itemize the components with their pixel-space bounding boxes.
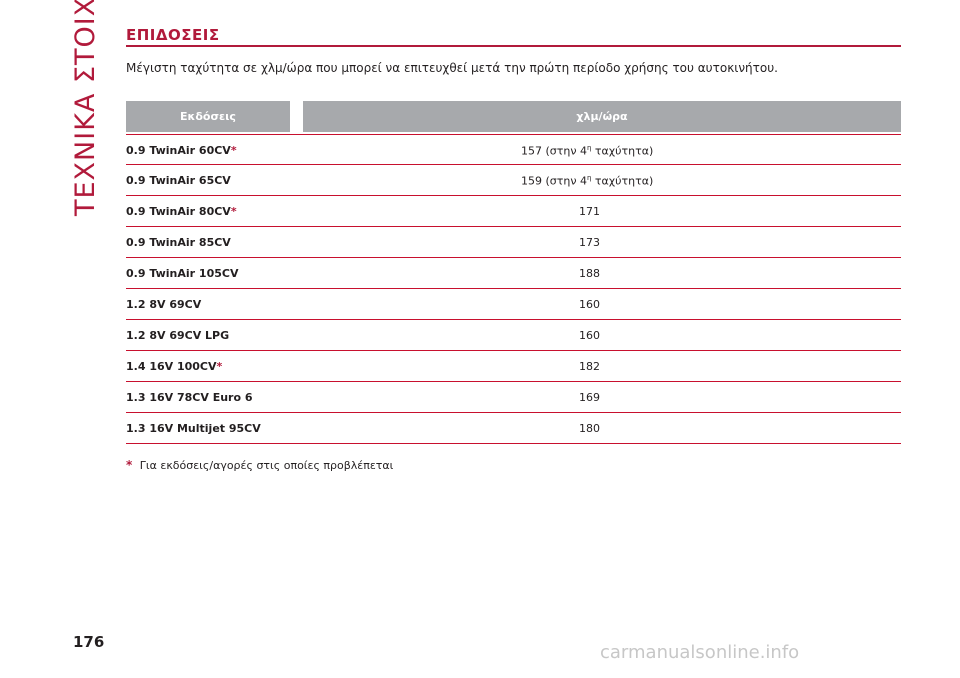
table-row: 0.9 TwinAir 80CV* 171 <box>126 196 901 227</box>
table-row: 1.4 16V 100CV* 182 <box>126 351 901 382</box>
performance-table-header: Εκδόσεις χλμ/ώρα <box>126 101 901 132</box>
section-title: ΕΠΙΔΟΣΕΙΣ <box>126 26 220 44</box>
table-row: 1.2 8V 69CV LPG 160 <box>126 320 901 351</box>
title-divider <box>126 45 901 47</box>
version-cell: 1.2 8V 69CV LPG <box>126 329 230 342</box>
table-row: 0.9 TwinAir 85CV 173 <box>126 227 901 258</box>
version-cell: 0.9 TwinAir 85CV <box>126 236 231 249</box>
version-cell: 1.3 16V Multijet 95CV <box>126 422 261 435</box>
speed-cell: 173 <box>579 236 600 249</box>
header-speed: χλμ/ώρα <box>303 101 901 132</box>
intro-text: Μέγιστη ταχύτητα σε χλμ/ώρα που μπορεί ν… <box>126 61 778 75</box>
table-row: 1.3 16V 78CV Euro 6 169 <box>126 382 901 413</box>
page-number: 176 <box>73 633 105 651</box>
performance-table-body: 0.9 TwinAir 60CV* 157 (στην 4η ταχύτητα)… <box>126 134 901 444</box>
speed-cell: 182 <box>579 360 600 373</box>
version-cell: 0.9 TwinAir 60CV* <box>126 144 237 157</box>
speed-cell: 171 <box>579 205 600 218</box>
version-cell: 1.3 16V 78CV Euro 6 <box>126 391 253 404</box>
table-row: 1.3 16V Multijet 95CV 180 <box>126 413 901 444</box>
table-row: 0.9 TwinAir 60CV* 157 (στην 4η ταχύτητα) <box>126 134 901 165</box>
table-row: 1.2 8V 69CV 160 <box>126 289 901 320</box>
chapter-side-title: ΤΕΧΝΙΚΑ ΣΤΟΙΧΕΙΑ <box>70 0 101 216</box>
speed-cell: 160 <box>579 329 600 342</box>
footnote-text: Για εκδόσεις/αγορές στις οποίες προβλέπε… <box>139 459 394 472</box>
header-versions: Εκδόσεις <box>126 101 290 132</box>
version-cell: 1.2 8V 69CV <box>126 298 202 311</box>
speed-cell: 157 (στην 4η ταχύτητα) <box>521 144 654 158</box>
table-row: 0.9 TwinAir 65CV 159 (στην 4η ταχύτητα) <box>126 165 901 196</box>
version-cell: 1.4 16V 100CV* <box>126 360 223 373</box>
speed-cell: 180 <box>579 422 600 435</box>
speed-cell: 169 <box>579 391 600 404</box>
footnote-star: * <box>126 458 133 472</box>
table-row: 0.9 TwinAir 105CV 188 <box>126 258 901 289</box>
version-cell: 0.9 TwinAir 80CV* <box>126 205 237 218</box>
version-cell: 0.9 TwinAir 65CV <box>126 174 231 187</box>
speed-cell: 159 (στην 4η ταχύτητα) <box>521 174 654 188</box>
version-cell: 0.9 TwinAir 105CV <box>126 267 239 280</box>
speed-cell: 188 <box>579 267 600 280</box>
speed-cell: 160 <box>579 298 600 311</box>
footnote: * Για εκδόσεις/αγορές στις οποίες προβλέ… <box>126 458 393 472</box>
watermark: carmanualsonline.info <box>600 642 800 663</box>
